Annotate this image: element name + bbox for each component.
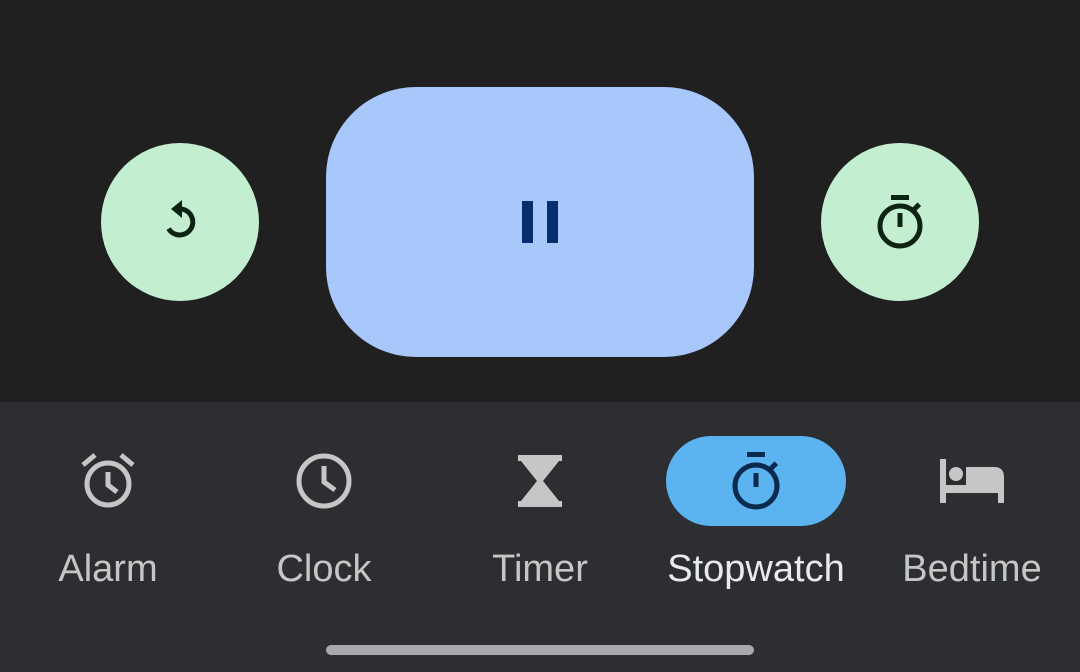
nav-item-indicator [18, 436, 198, 526]
nav-item-indicator [450, 436, 630, 526]
reset-icon [156, 198, 204, 246]
stopwatch-lap-icon [874, 194, 926, 250]
gesture-navigation-handle[interactable] [326, 645, 754, 655]
bottom-navigation: Alarm Clock Timer Stopwatch Bedtime [0, 402, 1080, 672]
pause-icon [522, 201, 558, 243]
nav-item-active-indicator [666, 436, 846, 526]
nav-item-alarm[interactable]: Alarm [0, 436, 216, 616]
nav-item-timer[interactable]: Timer [432, 436, 648, 616]
nav-item-label: Bedtime [902, 548, 1042, 590]
bed-icon [940, 459, 1004, 503]
nav-item-stopwatch[interactable]: Stopwatch [648, 436, 864, 616]
nav-item-indicator [882, 436, 1062, 526]
lap-button[interactable] [821, 143, 979, 301]
stopwatch-screen: Alarm Clock Timer Stopwatch Bedtime [0, 0, 1080, 672]
pause-button[interactable] [326, 87, 754, 357]
stopwatch-icon [728, 451, 784, 511]
reset-button[interactable] [101, 143, 259, 301]
nav-item-clock[interactable]: Clock [216, 436, 432, 616]
stopwatch-controls [0, 0, 1080, 402]
hourglass-icon [516, 455, 564, 507]
alarm-icon [78, 451, 138, 511]
clock-icon [294, 451, 354, 511]
nav-item-indicator [234, 436, 414, 526]
nav-item-bedtime[interactable]: Bedtime [864, 436, 1080, 616]
